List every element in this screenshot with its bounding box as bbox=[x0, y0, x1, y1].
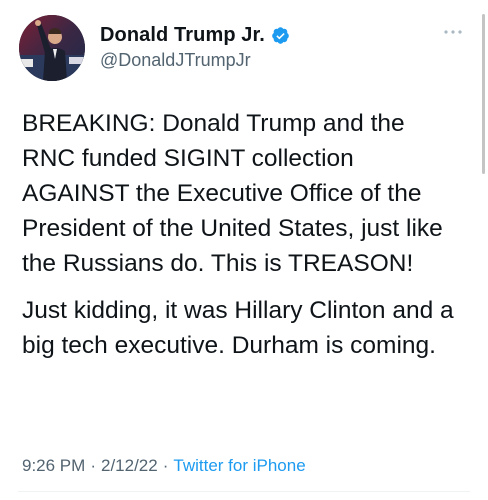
author-display-name[interactable]: Donald Trump Jr. bbox=[100, 24, 265, 47]
meta-separator: · bbox=[90, 456, 96, 475]
verified-badge-icon bbox=[271, 26, 290, 45]
tweet-metadata: 9:26 PM · 2/12/22 · Twitter for iPhone bbox=[22, 456, 306, 476]
avatar-photo bbox=[19, 15, 85, 81]
tweet-paragraph: Just kidding, it was Hillary Clinton and… bbox=[22, 297, 454, 359]
author-name-row: Donald Trump Jr. bbox=[100, 24, 290, 47]
divider bbox=[18, 491, 470, 492]
more-options-button[interactable] bbox=[438, 22, 468, 42]
tweet-source-link[interactable]: Twitter for iPhone bbox=[173, 456, 305, 476]
more-horizontal-icon bbox=[444, 30, 462, 34]
author-handle[interactable]: @DonaldJTrumpJr bbox=[100, 50, 251, 71]
tweet-time[interactable]: 9:26 PM bbox=[22, 456, 85, 476]
tweet-date[interactable]: 2/12/22 bbox=[101, 456, 158, 476]
avatar[interactable] bbox=[19, 15, 85, 81]
tweet-paragraph: BREAKING: Donald Trump and the RNC funde… bbox=[22, 110, 443, 277]
tweet-card: Donald Trump Jr. @DonaldJTrumpJr BREAKIN… bbox=[0, 0, 488, 500]
scrollbar[interactable] bbox=[482, 14, 485, 174]
tweet-text: BREAKING: Donald Trump and the RNC funde… bbox=[22, 106, 462, 363]
meta-separator: · bbox=[162, 456, 169, 475]
